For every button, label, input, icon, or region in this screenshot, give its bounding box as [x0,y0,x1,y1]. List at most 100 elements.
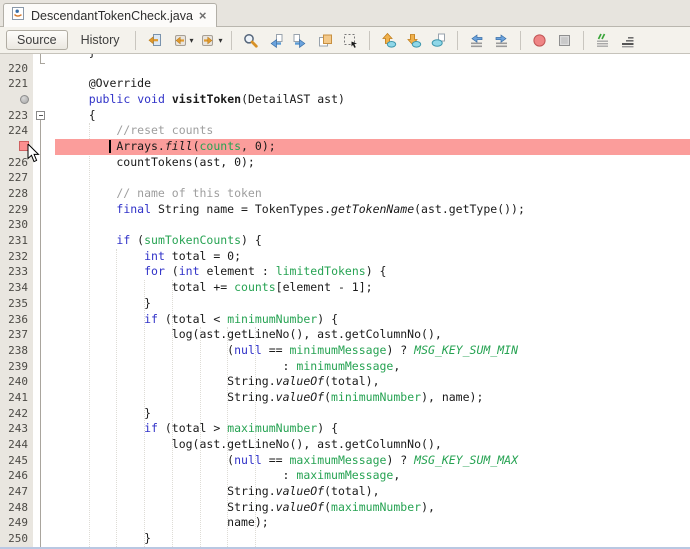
line-number[interactable]: 224 [0,123,28,139]
code-line[interactable]: 238 (null == minimumMessage) ? MSG_KEY_S… [0,343,690,359]
line-number[interactable]: 242 [0,406,28,422]
jump-last-edit-button[interactable] [142,29,167,51]
code-text: : minimumMessage, [61,359,400,375]
code-line[interactable]: 237 log(ast.getLineNo(), ast.getColumnNo… [0,327,690,343]
code-line[interactable]: 228 // name of this token [0,186,690,202]
toolbar-separator [231,31,232,50]
code-text: String.valueOf(minimumNumber), name); [61,390,483,406]
line-number[interactable]: 227 [0,170,28,186]
code-line[interactable]: Arrays.fill(counts, 0); [0,139,690,155]
line-number[interactable]: 238 [0,343,28,359]
find-next-button[interactable] [288,29,313,51]
line-number[interactable]: 234 [0,280,28,296]
line-number[interactable]: 237 [0,327,28,343]
line-number[interactable]: 229 [0,202,28,218]
line-number[interactable]: 240 [0,374,28,390]
code-editor[interactable]: } 220221 @Override public void visitToken… [0,54,690,549]
line-number[interactable]: 247 [0,484,28,500]
shift-line-left-button[interactable] [464,29,489,51]
line-number[interactable]: 249 [0,515,28,531]
uncomment-button[interactable] [615,29,640,51]
mouse-pointer-icon [27,144,40,168]
code-line[interactable]: 224 //reset counts [0,123,690,139]
stop-macro-recording-button[interactable] [552,29,577,51]
code-line[interactable]: 246 : maximumMessage, [0,468,690,484]
nav-back-button[interactable] [167,29,192,51]
code-text: } [61,531,151,547]
find-next-icon [292,32,309,49]
code-line[interactable]: 230 [0,217,690,233]
line-number[interactable]: 231 [0,233,28,249]
line-number[interactable]: 245 [0,453,28,469]
line-number[interactable]: 250 [0,531,28,547]
tab-close-icon[interactable]: × [199,9,207,22]
code-line[interactable]: 231 if (sumTokenCounts) { [0,233,690,249]
code-line[interactable]: 244 log(ast.getLineNo(), ast.getColumnNo… [0,437,690,453]
annotation-circle-icon[interactable] [20,95,29,104]
rectangular-selection-button[interactable] [338,29,363,51]
line-number[interactable]: 239 [0,359,28,375]
shift-line-right-button[interactable] [489,29,514,51]
code-line[interactable]: 226 countTokens(ast, 0); [0,155,690,171]
line-number[interactable]: 236 [0,312,28,328]
code-line[interactable]: 221 @Override [0,76,690,92]
code-line[interactable]: 239 : minimumMessage, [0,359,690,375]
find-previous-button[interactable] [263,29,288,51]
code-line[interactable]: 220 [0,61,690,77]
code-line[interactable]: 245 (null == maximumMessage) ? MSG_KEY_S… [0,453,690,469]
line-number[interactable] [0,139,28,155]
next-bookmark-button[interactable] [401,29,426,51]
line-number[interactable]: 235 [0,296,28,312]
nav-forward-button[interactable] [196,29,221,51]
code-line[interactable]: 247 String.valueOf(total), [0,484,690,500]
code-line[interactable]: 241 String.valueOf(minimumNumber), name)… [0,390,690,406]
code-line[interactable]: 232 int total = 0; [0,249,690,265]
toggle-highlight-button[interactable] [313,29,338,51]
previous-bookmark-button[interactable] [376,29,401,51]
history-button[interactable]: History [72,31,129,49]
code-line[interactable]: 236 if (total < minimumNumber) { [0,312,690,328]
toolbar-separator [135,31,136,50]
code-line[interactable]: 243 if (total > maximumNumber) { [0,421,690,437]
line-number[interactable]: 241 [0,390,28,406]
shift-line-right-icon [493,32,510,49]
line-number[interactable]: 230 [0,217,28,233]
code-line[interactable]: 235 } [0,296,690,312]
jump-last-edit-icon [146,32,163,49]
code-text: String.valueOf(total), [61,374,380,390]
document-tab[interactable]: DescendantTokenCheck.java × [3,3,217,27]
code-text: //reset counts [61,123,213,139]
code-line[interactable]: 229 final String name = TokenTypes.getTo… [0,202,690,218]
code-line[interactable]: 233 for (int element : limitedTokens) { [0,264,690,280]
line-number[interactable]: 243 [0,421,28,437]
line-number[interactable]: 226 [0,155,28,171]
line-number[interactable] [0,92,28,108]
line-number[interactable]: 248 [0,500,28,516]
fold-collapse-icon[interactable] [36,111,45,120]
line-number[interactable]: 228 [0,186,28,202]
line-number[interactable]: 246 [0,468,28,484]
line-number[interactable]: 223 [0,108,28,124]
toolbar-separator [520,31,521,50]
toggle-bookmark-button[interactable] [426,29,451,51]
find-button[interactable] [238,29,263,51]
comment-button[interactable] [590,29,615,51]
line-number[interactable]: 244 [0,437,28,453]
code-line[interactable]: 250 } [0,531,690,547]
start-macro-recording-button[interactable] [527,29,552,51]
line-number[interactable]: 220 [0,61,28,77]
line-number[interactable]: 233 [0,264,28,280]
code-line[interactable]: 240 String.valueOf(total), [0,374,690,390]
code-line[interactable]: public void visitToken(DetailAST ast) [0,92,690,108]
code-line[interactable]: 242 } [0,406,690,422]
line-number[interactable]: 221 [0,76,28,92]
code-text: String.valueOf(total), [61,484,380,500]
code-line[interactable]: 227 [0,170,690,186]
code-line[interactable]: 223 { [0,108,690,124]
line-number[interactable]: 232 [0,249,28,265]
source-button[interactable]: Source [6,30,68,50]
code-line[interactable]: 248 String.valueOf(maximumNumber), [0,500,690,516]
code-line[interactable]: 234 total += counts[element - 1]; [0,280,690,296]
code-line[interactable]: 249 name); [0,515,690,531]
tab-title: DescendantTokenCheck.java [31,9,193,23]
